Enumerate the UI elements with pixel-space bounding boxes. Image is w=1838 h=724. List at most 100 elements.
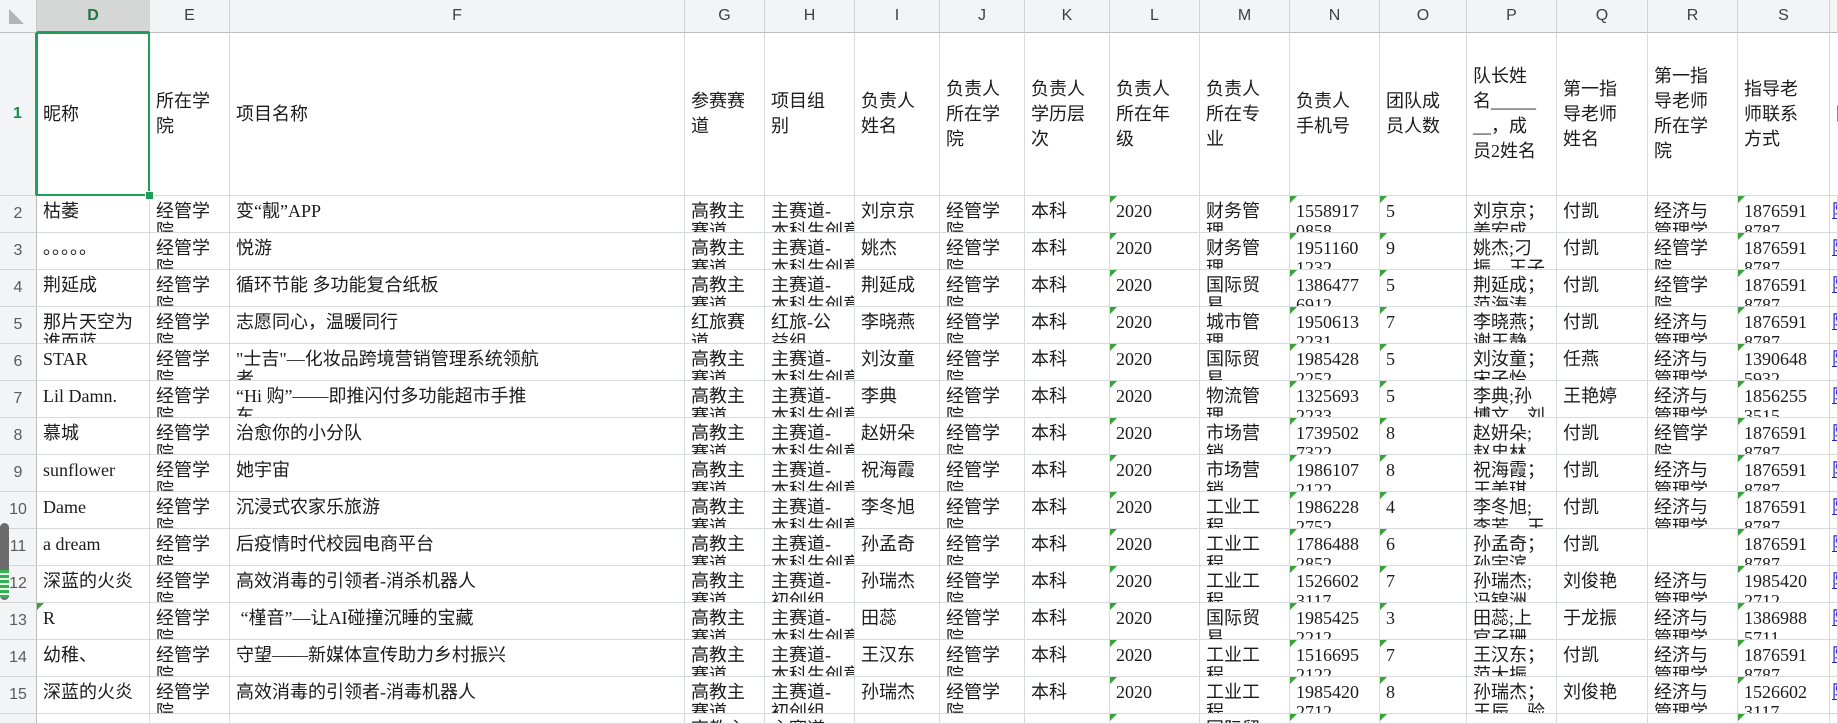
- cell-S1[interactable]: 指导老 师联系 方式: [1738, 33, 1830, 196]
- select-all-corner[interactable]: [0, 0, 37, 33]
- cell-E8[interactable]: 经管学 院: [150, 418, 230, 455]
- cell-I8[interactable]: 赵妍朵: [855, 418, 940, 455]
- cell-H13[interactable]: 主赛道- 本科生创意组: [765, 603, 855, 640]
- cell-L7[interactable]: 2020: [1110, 381, 1200, 418]
- cell-J6[interactable]: 经管学 院: [940, 344, 1025, 381]
- cell-N11[interactable]: 1786488 2852: [1290, 529, 1380, 566]
- cell-N1[interactable]: 负责人 手机号: [1290, 33, 1380, 196]
- cell-M[interactable]: 国际贸: [1200, 714, 1290, 724]
- cell-T6[interactable]: 附件: [1830, 344, 1838, 381]
- row-header-3[interactable]: 3: [0, 233, 37, 270]
- cell-S6[interactable]: 1390648 5932: [1738, 344, 1830, 381]
- cell-M2[interactable]: 财务管 理: [1200, 196, 1290, 233]
- cell-D11[interactable]: a dream: [37, 529, 150, 566]
- column-header-G[interactable]: G: [685, 0, 765, 33]
- cell-O11[interactable]: 6: [1380, 529, 1467, 566]
- cell-D5[interactable]: 那片天空为 谁而蓝: [37, 307, 150, 344]
- cell-R6[interactable]: 经济与 管理学 院: [1648, 344, 1738, 381]
- column-header-F[interactable]: F: [230, 0, 685, 33]
- cell-S8[interactable]: 1876591 8787: [1738, 418, 1830, 455]
- cell-H10[interactable]: 主赛道- 本科生创意组: [765, 492, 855, 529]
- column-header-E[interactable]: E: [150, 0, 230, 33]
- cell-L1[interactable]: 负责人 所在年 级: [1110, 33, 1200, 196]
- cell-O4[interactable]: 5: [1380, 270, 1467, 307]
- cell-R8[interactable]: 经管学 院: [1648, 418, 1738, 455]
- cell-H14[interactable]: 主赛道- 本科生创意组: [765, 640, 855, 677]
- cell-S3[interactable]: 1876591 8787: [1738, 233, 1830, 270]
- cell-P12[interactable]: 孙瑞杰; 冯锦洲: [1467, 566, 1557, 603]
- cell-O[interactable]: [1380, 714, 1467, 724]
- cell-H3[interactable]: 主赛道- 本科生创意组: [765, 233, 855, 270]
- cell-F15[interactable]: 高效消毒的引领者-消毒机器人: [230, 677, 685, 714]
- row-header-15[interactable]: 15: [0, 677, 37, 714]
- cell-F9[interactable]: 她宇宙: [230, 455, 685, 492]
- column-header-L[interactable]: L: [1110, 0, 1200, 33]
- cell-T12[interactable]: 附件: [1830, 566, 1838, 603]
- cell-J14[interactable]: 经管学 院: [940, 640, 1025, 677]
- cell-G6[interactable]: 高教主 赛道: [685, 344, 765, 381]
- cell-L4[interactable]: 2020: [1110, 270, 1200, 307]
- cell-F8[interactable]: 治愈你的小分队: [230, 418, 685, 455]
- row-header-2[interactable]: 2: [0, 196, 37, 233]
- cell-G8[interactable]: 高教主 赛道: [685, 418, 765, 455]
- cell-T5[interactable]: 附件: [1830, 307, 1838, 344]
- cell-O1[interactable]: 团队成 员人数: [1380, 33, 1467, 196]
- cell-N6[interactable]: 1985428 2252: [1290, 344, 1380, 381]
- cell-O2[interactable]: 5: [1380, 196, 1467, 233]
- cell-M12[interactable]: 工业工 程: [1200, 566, 1290, 603]
- column-header-partial[interactable]: [1830, 0, 1838, 33]
- cell-E13[interactable]: 经管学 院: [150, 603, 230, 640]
- cell-O3[interactable]: 9: [1380, 233, 1467, 270]
- cell-T8[interactable]: 附件: [1830, 418, 1838, 455]
- cell-P4[interactable]: 荆延成； 范海涛: [1467, 270, 1557, 307]
- cell-T9[interactable]: 附件: [1830, 455, 1838, 492]
- cell-Q5[interactable]: 付凯: [1557, 307, 1648, 344]
- cell-H7[interactable]: 主赛道- 本科生创意组: [765, 381, 855, 418]
- cell-Q11[interactable]: 付凯: [1557, 529, 1648, 566]
- cell-S4[interactable]: 1876591 8787: [1738, 270, 1830, 307]
- cell-L10[interactable]: 2020: [1110, 492, 1200, 529]
- cell-D6[interactable]: STAR: [37, 344, 150, 381]
- column-header-K[interactable]: K: [1025, 0, 1110, 33]
- cell-M5[interactable]: 城市管 理: [1200, 307, 1290, 344]
- cell-P2[interactable]: 刘京京； 姜宏成: [1467, 196, 1557, 233]
- cell-G9[interactable]: 高教主 赛道: [685, 455, 765, 492]
- cell-L14[interactable]: 2020: [1110, 640, 1200, 677]
- cell-I7[interactable]: 李典: [855, 381, 940, 418]
- column-header-H[interactable]: H: [765, 0, 855, 33]
- cell-E9[interactable]: 经管学 院: [150, 455, 230, 492]
- cell-H[interactable]: 主赛道-: [765, 714, 855, 724]
- cell-N10[interactable]: 1986228 2752: [1290, 492, 1380, 529]
- cell-F10[interactable]: 沉浸式农家乐旅游: [230, 492, 685, 529]
- row-header-14[interactable]: 14: [0, 640, 37, 677]
- cell-K15[interactable]: 本科: [1025, 677, 1110, 714]
- cell-N2[interactable]: 1558917 0858: [1290, 196, 1380, 233]
- cell-S12[interactable]: 1985420 2712: [1738, 566, 1830, 603]
- column-header-S[interactable]: S: [1738, 0, 1830, 33]
- cell-P6[interactable]: 刘汝童； 宋子怡: [1467, 344, 1557, 381]
- cell-P7[interactable]: 李典;孙 博文，刘: [1467, 381, 1557, 418]
- cell-F13[interactable]: “槿音”—让AI碰撞沉睡的宝藏: [230, 603, 685, 640]
- cell-T7[interactable]: 附件: [1830, 381, 1838, 418]
- cell-S10[interactable]: 1876591 8787: [1738, 492, 1830, 529]
- cell-N3[interactable]: 1951160 1232: [1290, 233, 1380, 270]
- cell-F12[interactable]: 高效消毒的引领者-消杀机器人: [230, 566, 685, 603]
- cell-N8[interactable]: 1739502 7322: [1290, 418, 1380, 455]
- cell-K5[interactable]: 本科: [1025, 307, 1110, 344]
- row-header-8[interactable]: 8: [0, 418, 37, 455]
- cell-L11[interactable]: 2020: [1110, 529, 1200, 566]
- cell-Q2[interactable]: 付凯: [1557, 196, 1648, 233]
- cell-I3[interactable]: 姚杰: [855, 233, 940, 270]
- cell-G2[interactable]: 高教主 赛道: [685, 196, 765, 233]
- cell-L9[interactable]: 2020: [1110, 455, 1200, 492]
- cell-L2[interactable]: 2020: [1110, 196, 1200, 233]
- cell-Q13[interactable]: 于龙振: [1557, 603, 1648, 640]
- cell-N12[interactable]: 1526602 3117: [1290, 566, 1380, 603]
- cell-E15[interactable]: 经管学 院: [150, 677, 230, 714]
- cell-J[interactable]: [940, 714, 1025, 724]
- cell-D15[interactable]: 深蓝的火炎: [37, 677, 150, 714]
- cell-G1[interactable]: 参赛赛 道: [685, 33, 765, 196]
- cell-N14[interactable]: 1516695 2122: [1290, 640, 1380, 677]
- cell-L13[interactable]: 2020: [1110, 603, 1200, 640]
- cell-F1[interactable]: 项目名称: [230, 33, 685, 196]
